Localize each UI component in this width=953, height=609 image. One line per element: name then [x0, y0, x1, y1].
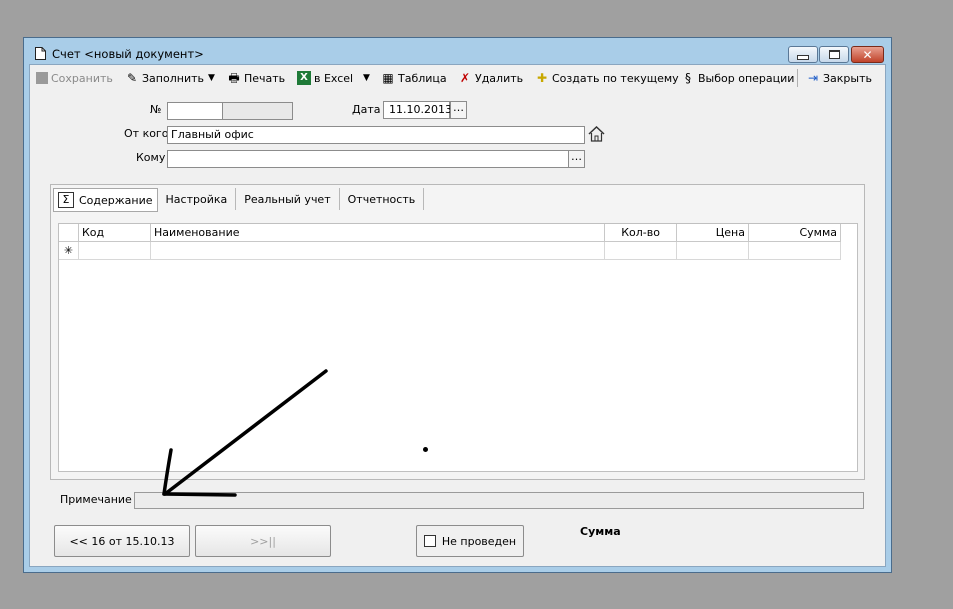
date-field[interactable]: 11.10.2013: [383, 101, 452, 119]
number-suffix-field: [222, 102, 293, 120]
document-icon: [35, 47, 46, 60]
plus-icon: ✚: [536, 71, 548, 85]
excel-icon: X: [297, 71, 311, 85]
grid-col-sum[interactable]: Сумма: [749, 224, 841, 242]
sigma-icon: Σ: [58, 192, 74, 208]
next-document-button[interactable]: >>||: [195, 525, 331, 557]
close-icon: ✕: [862, 47, 873, 62]
date-label: Дата: [352, 103, 381, 116]
fill-button[interactable]: ✎ Заполнить: [125, 69, 204, 87]
printer-icon: 🖶: [228, 71, 240, 85]
from-label: От кого: [124, 127, 169, 140]
tab-settings[interactable]: Настройка: [158, 188, 237, 210]
close-button[interactable]: ✕: [851, 46, 884, 63]
grid-col-name[interactable]: Наименование: [151, 224, 605, 242]
minimize-icon: [797, 54, 809, 60]
dropdown-arrow-icon: ▼: [208, 73, 215, 83]
save-icon: [36, 72, 48, 84]
minimize-button[interactable]: [788, 46, 818, 63]
save-button[interactable]: Сохранить: [36, 69, 113, 87]
table-icon: ▦: [382, 71, 394, 85]
grid-row-header-corner: [59, 224, 79, 242]
excel-button[interactable]: X в Excel: [297, 69, 353, 87]
toolbar-separator: [797, 69, 798, 87]
window-title: Счет <новый документ>: [52, 47, 204, 61]
fill-dropdown[interactable]: ▼: [208, 69, 215, 87]
new-row-marker: ✳: [59, 242, 79, 260]
sum-label: Сумма: [580, 525, 621, 538]
fill-icon: ✎: [126, 71, 138, 85]
annotation-dot: [423, 447, 428, 452]
tab-real-accounting[interactable]: Реальный учет: [236, 188, 340, 210]
operation-icon: §: [685, 71, 691, 85]
date-picker-button[interactable]: …: [450, 101, 467, 119]
to-picker-button[interactable]: …: [568, 150, 585, 168]
number-label: №: [150, 103, 162, 116]
to-label: Кому: [136, 151, 166, 164]
new-row-price-cell[interactable]: [677, 242, 749, 260]
dropdown-arrow-icon: ▼: [363, 73, 370, 83]
not-posted-toggle[interactable]: Не проведен: [416, 525, 524, 557]
home-icon[interactable]: [588, 126, 605, 142]
prev-document-button[interactable]: << 16 от 15.10.13: [54, 525, 190, 557]
tab-strip: Σ Содержание Настройка Реальный учет Отч…: [53, 188, 425, 212]
table-button[interactable]: ▦ Таблица: [381, 69, 446, 87]
close-door-icon: ⇥: [807, 71, 819, 85]
tab-content[interactable]: Σ Содержание: [53, 188, 158, 212]
new-row-sum-cell[interactable]: [749, 242, 841, 260]
new-row-name-cell[interactable]: [151, 242, 605, 260]
choose-operation-button[interactable]: § Выбор операции: [681, 69, 794, 87]
to-field[interactable]: [167, 150, 569, 168]
delete-button[interactable]: ✗ Удалить: [458, 69, 523, 87]
new-row-code-cell[interactable]: [79, 242, 151, 260]
tab-reports[interactable]: Отчетность: [340, 188, 425, 210]
close-document-button[interactable]: ⇥ Закрыть: [806, 69, 872, 87]
annotation-arrow: [162, 369, 328, 497]
number-field[interactable]: [167, 102, 223, 120]
delete-icon: ✗: [459, 71, 471, 85]
excel-dropdown[interactable]: ▼: [363, 69, 370, 87]
maximize-button[interactable]: [819, 46, 849, 63]
maximize-icon: [828, 50, 840, 59]
print-button[interactable]: 🖶 Печать: [227, 69, 285, 87]
grid-col-price[interactable]: Цена: [677, 224, 749, 242]
not-posted-checkbox[interactable]: [423, 535, 436, 547]
new-row-qty-cell[interactable]: [605, 242, 677, 260]
note-label: Примечание: [60, 493, 132, 506]
grid-col-code[interactable]: Код: [79, 224, 151, 242]
create-from-current-button[interactable]: ✚ Создать по текущему: [535, 69, 679, 87]
grid-col-qty[interactable]: Кол-во: [605, 224, 677, 242]
from-field[interactable]: Главный офис: [167, 126, 585, 144]
